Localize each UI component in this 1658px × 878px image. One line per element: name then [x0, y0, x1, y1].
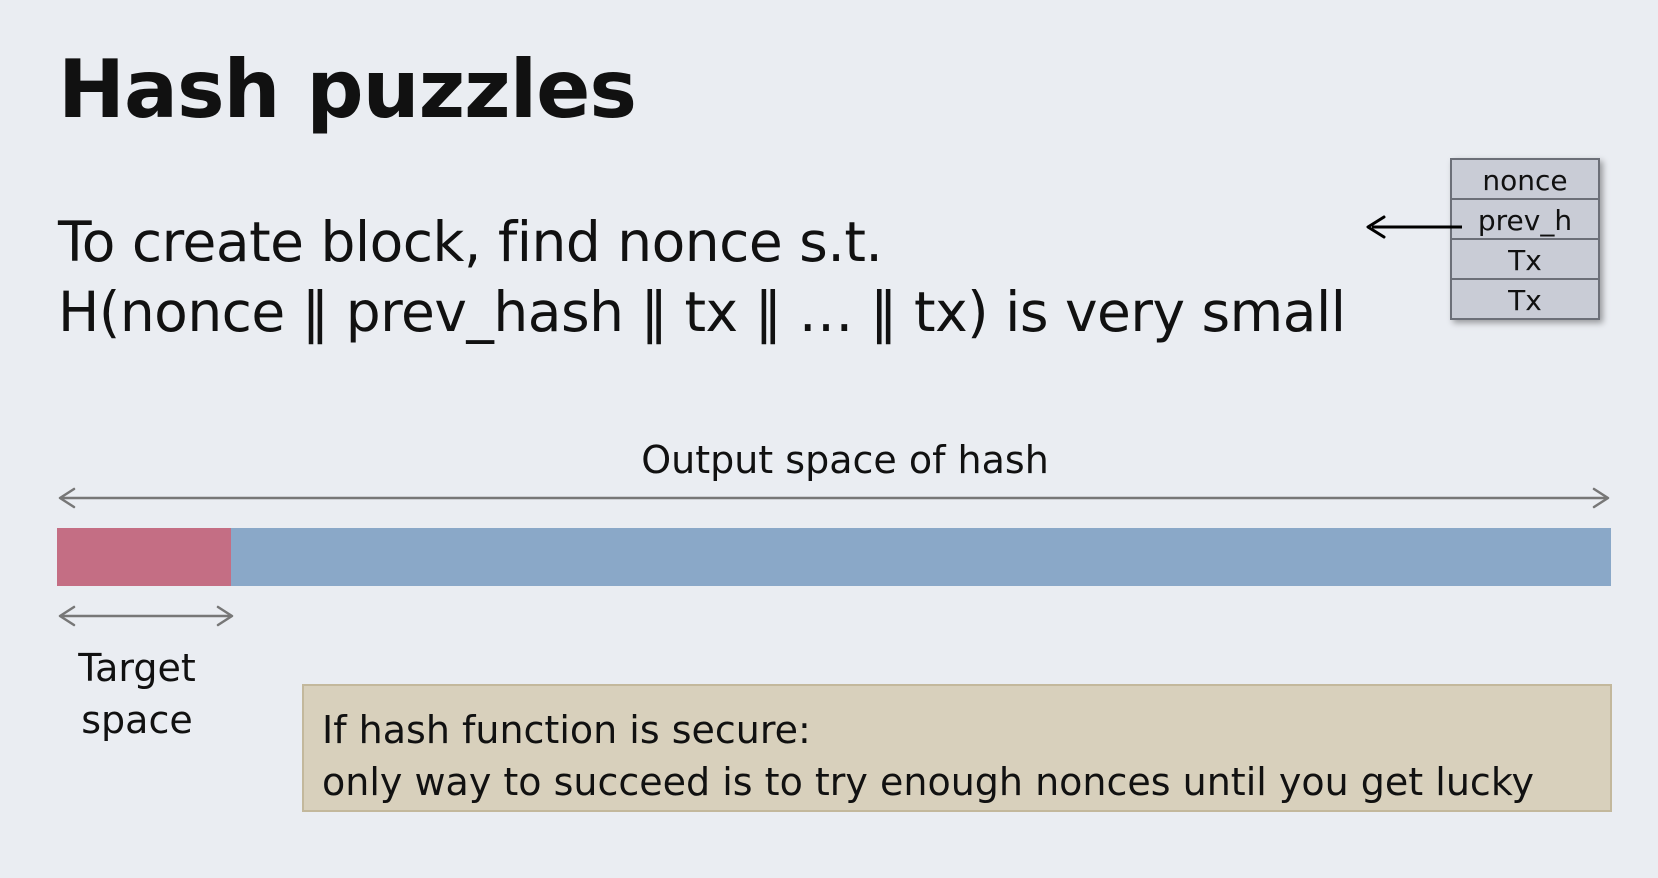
- block-field-tx-1: Tx: [1450, 238, 1600, 280]
- output-space-arrow: [58, 487, 1610, 509]
- block-field-prev-hash: prev_h: [1450, 198, 1600, 240]
- target-label-line-1: Target: [78, 646, 196, 690]
- statement-line-2: H(nonce ‖ prev_hash ‖ tx ‖ … ‖ tx) is ve…: [58, 280, 1346, 344]
- target-space-arrow: [58, 605, 234, 627]
- puzzle-statement: To create block, find nonce s.t. H(nonce…: [58, 207, 1346, 347]
- callout-line-2: only way to succeed is to try enough non…: [322, 760, 1534, 804]
- hash-output-space-bar: [57, 528, 1611, 586]
- statement-line-1: To create block, find nonce s.t.: [58, 210, 883, 274]
- block-diagram: nonce prev_h Tx Tx: [1450, 158, 1600, 320]
- slide-title: Hash puzzles: [58, 43, 637, 136]
- block-field-tx-2: Tx: [1450, 278, 1600, 320]
- target-space-segment: [57, 528, 232, 586]
- target-space-label: Target space: [62, 642, 212, 746]
- callout-line-1: If hash function is secure:: [322, 708, 811, 752]
- target-label-line-2: space: [81, 698, 193, 742]
- security-callout: If hash function is secure: only way to …: [302, 684, 1612, 812]
- prev-hash-pointer-arrow: [1366, 215, 1462, 239]
- block-field-nonce: nonce: [1450, 158, 1600, 200]
- output-space-label: Output space of hash: [641, 438, 1049, 482]
